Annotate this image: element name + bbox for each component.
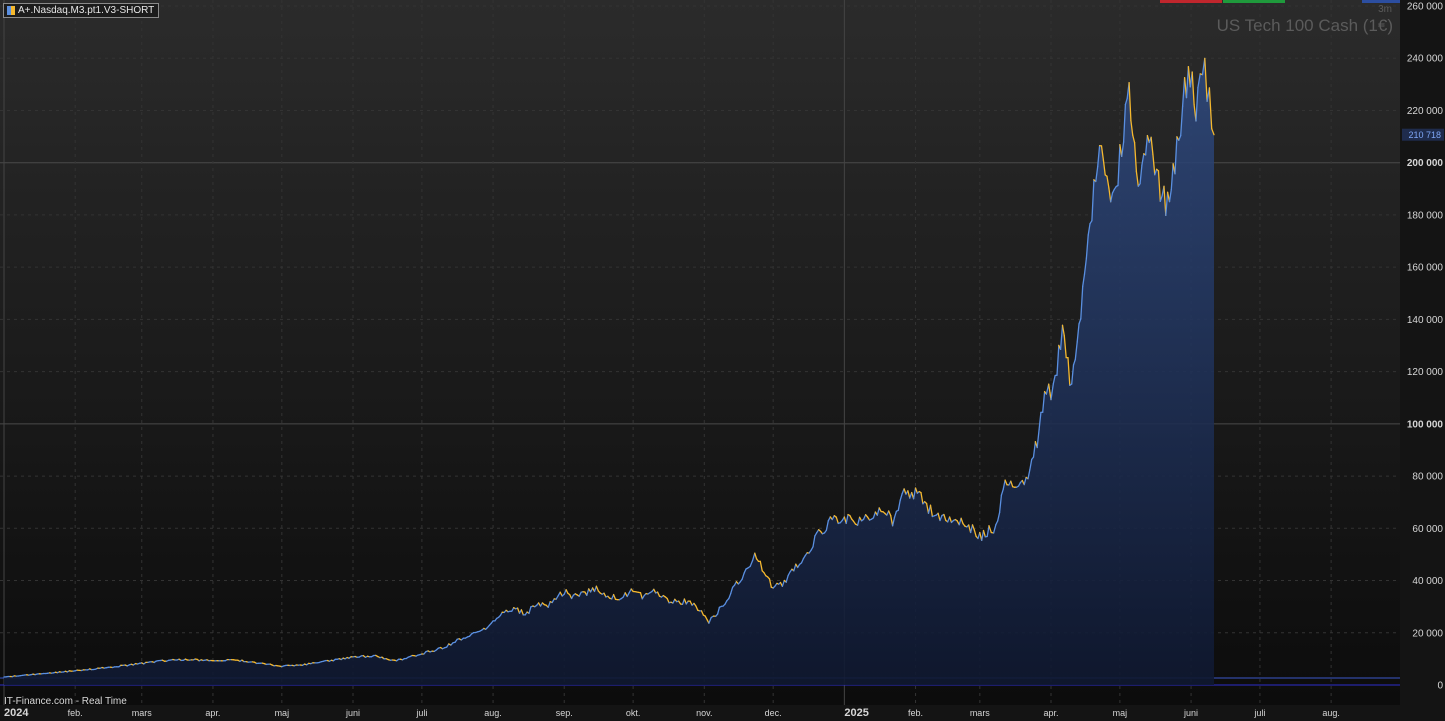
x-tick-label: okt. — [626, 708, 641, 718]
instrument-tag-label: A+.Nasdaq.M3.pt1.V3-SHORT — [18, 5, 155, 16]
x-tick-label: mars — [970, 708, 990, 718]
x-tick-label: apr. — [1043, 708, 1058, 718]
x-tick-label: sep. — [556, 708, 573, 718]
y-tick-label: 220 000 — [1407, 106, 1444, 117]
last-price-marker: 210 718 — [1402, 128, 1444, 141]
y-tick-label: 60 000 — [1412, 524, 1443, 535]
x-tick-label: juni — [1183, 708, 1198, 718]
y-tick-label: 240 000 — [1407, 54, 1444, 65]
y-tick-label: 260 000 — [1407, 2, 1444, 13]
x-tick-label: aug. — [484, 708, 502, 718]
x-tick-label: juli — [415, 708, 427, 718]
x-tick-label: juli — [1253, 708, 1265, 718]
x-tick-label: mars — [132, 708, 152, 718]
instrument-tag[interactable]: A+.Nasdaq.M3.pt1.V3-SHORT — [3, 3, 160, 18]
series-color-icon — [7, 6, 15, 15]
status-bar-green — [1223, 0, 1285, 3]
status-bar-blue — [1362, 0, 1400, 3]
x-tick-label: maj — [1113, 708, 1128, 718]
y-tick-label: 80 000 — [1412, 472, 1443, 483]
y-tick-label: 20 000 — [1412, 628, 1443, 639]
y-tick-label: 100 000 — [1407, 419, 1444, 430]
x-tick-label: juni — [345, 708, 360, 718]
x-tick-label: 2024 — [4, 707, 29, 719]
timeframe-label: 3m — [1378, 4, 1392, 15]
y-tick-label: 200 000 — [1407, 158, 1444, 169]
price-chart[interactable]: 0 20 000 40 000 60 000 80 000 100 000 120 000 1… — [0, 0, 1445, 721]
x-tick-label: apr. — [205, 708, 220, 718]
y-tick-label: 160 000 — [1407, 263, 1444, 274]
x-tick-label: feb. — [908, 708, 923, 718]
last-price-label: 210 718 — [1408, 130, 1441, 140]
x-tick-label: aug. — [1322, 708, 1340, 718]
y-tick-label: 0 — [1437, 681, 1443, 692]
data-source-label: IT-Finance.com - Real Time — [4, 696, 127, 707]
y-tick-label: 180 000 — [1407, 210, 1444, 221]
y-tick-label: 40 000 — [1412, 576, 1443, 587]
chart-title: US Tech 100 Cash (1€) — [1216, 16, 1393, 35]
x-tick-label: 2025 — [844, 707, 868, 719]
x-tick-label: maj — [275, 708, 290, 718]
y-tick-label: 120 000 — [1407, 367, 1444, 378]
x-tick-label: nov. — [696, 708, 712, 718]
x-tick-label: dec. — [765, 708, 782, 718]
status-bar-red — [1160, 0, 1222, 3]
y-tick-label: 140 000 — [1407, 315, 1444, 326]
x-tick-label: feb. — [68, 708, 83, 718]
